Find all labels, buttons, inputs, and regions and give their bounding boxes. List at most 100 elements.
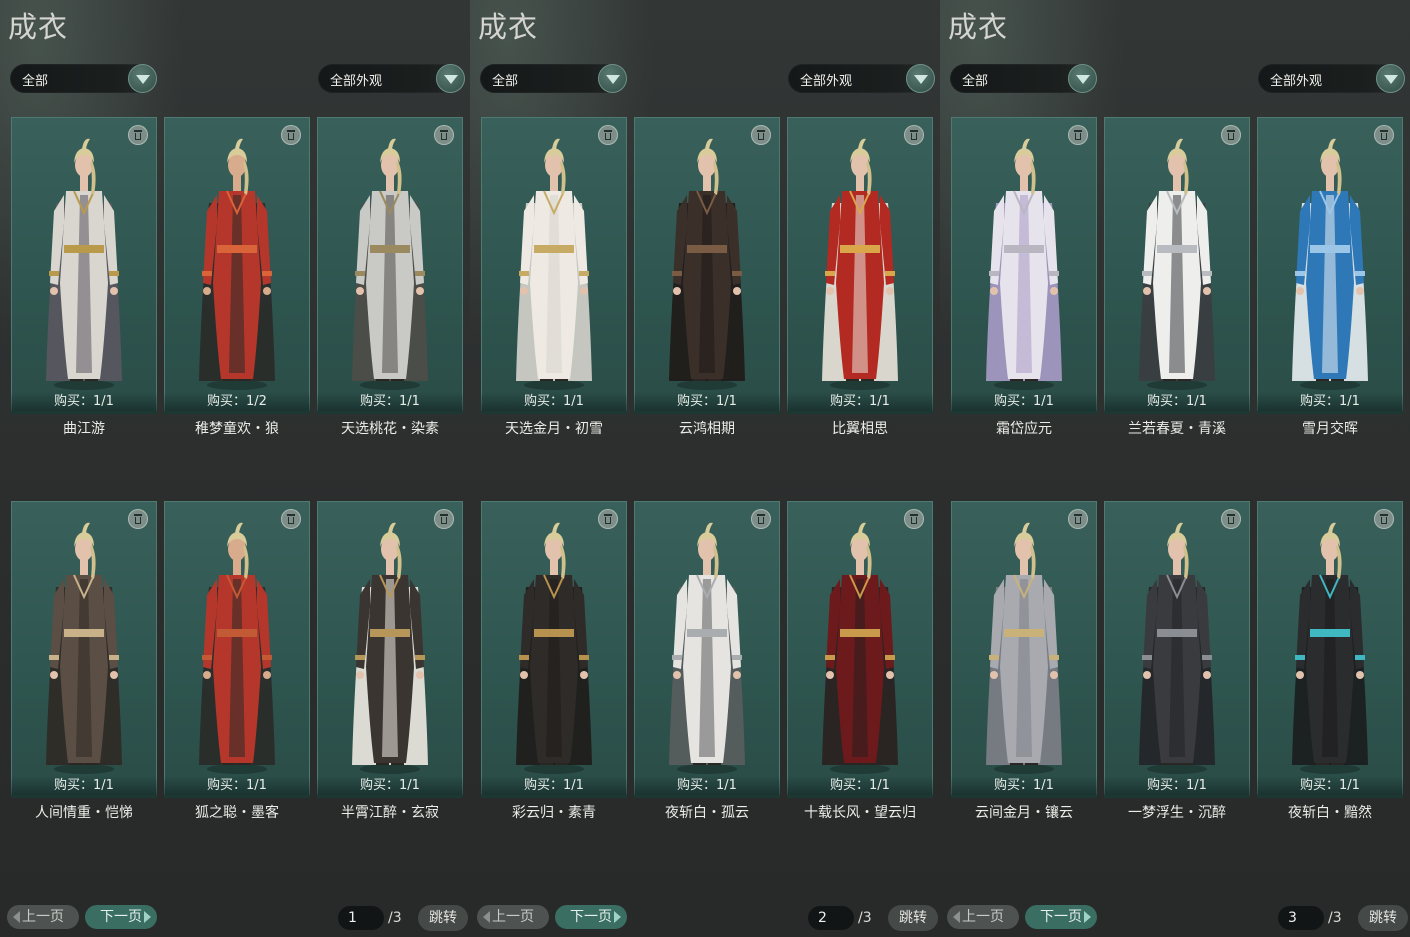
trash-icon[interactable] <box>128 125 148 145</box>
filter-appearance-dropdown[interactable]: 全部外观 <box>1258 64 1405 93</box>
purchase-count: 购买：1/2 <box>164 392 310 412</box>
chevron-down-icon[interactable] <box>598 64 627 93</box>
outfit-figure <box>982 133 1066 395</box>
purchase-count: 购买：1/1 <box>481 776 627 796</box>
filter-category-dropdown[interactable]: 全部 <box>10 64 157 93</box>
outfit-name: 狐之聪・墨客 <box>195 805 279 821</box>
chevron-down-icon[interactable] <box>128 64 157 93</box>
outfit-card[interactable]: 购买：1/1 <box>787 117 933 414</box>
outfit-name: 夜斩白・黯然 <box>1288 805 1372 821</box>
jump-button[interactable]: 跳转 <box>418 905 468 931</box>
outfit-name: 人间情重・恺悌 <box>35 805 133 821</box>
outfit-card[interactable]: 购买：1/1 <box>317 501 463 798</box>
page-number-input[interactable]: 1 <box>338 906 384 930</box>
outfit-name: 夜斩白・孤云 <box>665 805 749 821</box>
trash-icon[interactable] <box>598 509 618 529</box>
purchase-count: 购买：1/1 <box>1104 392 1250 412</box>
outfit-card[interactable]: 购买：1/1 <box>1257 501 1403 798</box>
prev-page-button[interactable]: 上一页 <box>947 905 1019 929</box>
outfit-card[interactable]: 购买：1/1 <box>481 117 627 414</box>
prev-page-button[interactable]: 上一页 <box>477 905 549 929</box>
jump-button[interactable]: 跳转 <box>1358 905 1408 931</box>
outfit-figure <box>42 517 126 779</box>
outfit-name: 一梦浮生・沉醉 <box>1128 805 1226 821</box>
page-total: /3 <box>388 910 402 926</box>
purchase-count: 购买：1/1 <box>317 392 463 412</box>
outfit-card[interactable]: 购买：1/1 <box>1104 501 1250 798</box>
outfit-card[interactable]: 购买：1/1 <box>634 117 780 414</box>
panel-title: 成衣 <box>948 10 1009 44</box>
outfit-figure <box>1135 517 1219 779</box>
outfit-panel: 成衣 全部 全部外观 购买：1/1 霜岱应元 购买：1/1 兰若春夏・青溪 购买：1/1 雪月交… <box>940 0 1410 937</box>
outfit-card[interactable]: 购买：1/1 <box>481 501 627 798</box>
outfit-figure <box>1135 133 1219 395</box>
filter-category-dropdown[interactable]: 全部 <box>480 64 627 93</box>
outfit-figure <box>1288 517 1372 779</box>
outfit-card[interactable]: 购买：1/1 <box>164 501 310 798</box>
purchase-count: 购买：1/1 <box>1104 776 1250 796</box>
outfit-card[interactable]: 购买：1/1 <box>1104 117 1250 414</box>
filter-category-dropdown[interactable]: 全部 <box>950 64 1097 93</box>
chevron-down-icon[interactable] <box>436 64 465 93</box>
filter-appearance-label: 全部外观 <box>1270 74 1323 89</box>
trash-icon[interactable] <box>1068 125 1088 145</box>
panel-title: 成衣 <box>8 10 69 44</box>
trash-icon[interactable] <box>904 509 924 529</box>
purchase-count: 购买：1/1 <box>951 392 1097 412</box>
trash-icon[interactable] <box>751 125 771 145</box>
filter-category-label: 全部 <box>492 74 519 89</box>
outfit-figure <box>982 517 1066 779</box>
purchase-count: 购买：1/1 <box>951 776 1097 796</box>
outfit-name: 云间金月・镶云 <box>975 805 1073 821</box>
outfit-card[interactable]: 购买：1/1 <box>634 501 780 798</box>
next-page-button[interactable]: 下一页 <box>85 905 157 929</box>
trash-icon[interactable] <box>1221 125 1241 145</box>
outfit-figure <box>512 133 596 395</box>
page-total: /3 <box>1328 910 1342 926</box>
trash-icon[interactable] <box>434 509 454 529</box>
page-number-input[interactable]: 3 <box>1278 906 1324 930</box>
trash-icon[interactable] <box>1221 509 1241 529</box>
panel-title: 成衣 <box>478 10 539 44</box>
filter-appearance-dropdown[interactable]: 全部外观 <box>788 64 935 93</box>
outfit-card[interactable]: 购买：1/1 <box>951 501 1097 798</box>
outfit-card[interactable]: 购买：1/1 <box>11 117 157 414</box>
trash-icon[interactable] <box>1374 509 1394 529</box>
outfit-card[interactable]: 购买：1/1 <box>951 117 1097 414</box>
chevron-down-icon[interactable] <box>906 64 935 93</box>
outfit-card[interactable]: 购买：1/2 <box>164 117 310 414</box>
next-page-button[interactable]: 下一页 <box>1025 905 1097 929</box>
outfit-card[interactable]: 购买：1/1 <box>1257 117 1403 414</box>
trash-icon[interactable] <box>281 509 301 529</box>
outfit-name: 半霄江醉・玄寂 <box>341 805 439 821</box>
jump-button[interactable]: 跳转 <box>888 905 938 931</box>
filter-category-label: 全部 <box>22 74 49 89</box>
trash-icon[interactable] <box>434 125 454 145</box>
trash-icon[interactable] <box>1374 125 1394 145</box>
outfit-figure <box>195 133 279 395</box>
trash-icon[interactable] <box>598 125 618 145</box>
trash-icon[interactable] <box>751 509 771 529</box>
filter-appearance-label: 全部外观 <box>800 74 853 89</box>
outfit-card[interactable]: 购买：1/1 <box>317 117 463 414</box>
outfit-card[interactable]: 购买：1/1 <box>787 501 933 798</box>
next-page-button[interactable]: 下一页 <box>555 905 627 929</box>
chevron-down-icon[interactable] <box>1068 64 1097 93</box>
trash-icon[interactable] <box>128 509 148 529</box>
outfit-name: 霜岱应元 <box>996 421 1052 437</box>
outfit-figure <box>195 517 279 779</box>
chevron-down-icon[interactable] <box>1376 64 1405 93</box>
outfit-name: 彩云归・素青 <box>512 805 596 821</box>
page-number-input[interactable]: 2 <box>808 906 854 930</box>
trash-icon[interactable] <box>1068 509 1088 529</box>
purchase-count: 购买：1/1 <box>634 392 780 412</box>
purchase-count: 购买：1/1 <box>787 776 933 796</box>
prev-page-button[interactable]: 上一页 <box>7 905 79 929</box>
outfit-card[interactable]: 购买：1/1 <box>11 501 157 798</box>
filter-appearance-dropdown[interactable]: 全部外观 <box>318 64 465 93</box>
trash-icon[interactable] <box>281 125 301 145</box>
purchase-count: 购买：1/1 <box>481 392 627 412</box>
page-total: /3 <box>858 910 872 926</box>
purchase-count: 购买：1/1 <box>164 776 310 796</box>
trash-icon[interactable] <box>904 125 924 145</box>
